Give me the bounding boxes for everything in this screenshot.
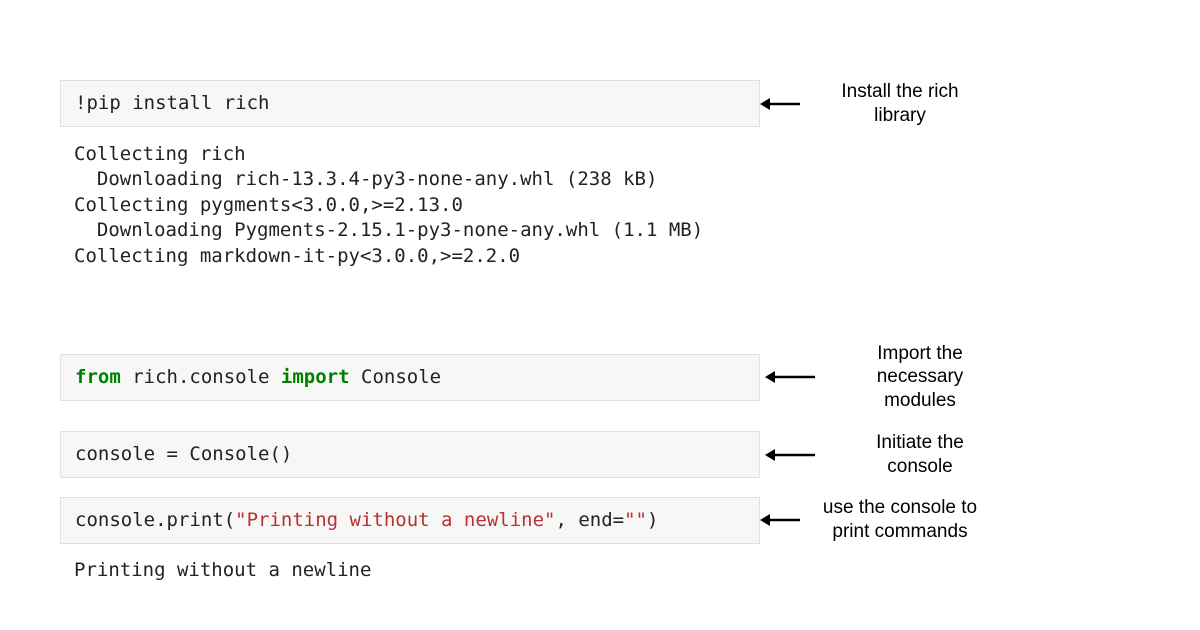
code-cell-init: console = Console() [60,431,760,478]
arrow-left-icon [765,445,815,465]
annotation-import: Import the necessary modules [820,342,1020,413]
string-literal-2: "" [624,509,647,531]
output-install: Collecting rich Downloading rich-13.3.4-… [60,136,1140,270]
code-cell-import: from rich.console import Console [60,354,760,401]
annotation-print: use the console to print commands [800,496,1000,544]
arrow-import [760,367,820,387]
annotation-init: Initiate the console [820,431,1020,479]
arrow-install [760,94,800,114]
module-path: rich.console [121,366,281,388]
arrow-left-icon [760,510,800,530]
row-print: console.print("Printing without a newlin… [60,496,1140,544]
keyword-from: from [75,366,121,388]
code-cell-install: !pip install rich [60,80,760,127]
row-import: from rich.console import Console Import … [60,342,1140,413]
arrow-left-icon [765,367,815,387]
print-mid: , end= [555,509,624,531]
import-name: Console [350,366,442,388]
arrow-print [760,510,800,530]
output-print: Printing without a newline [60,552,1140,584]
row-init: console = Console() Initiate the console [60,431,1140,479]
row-install: !pip install rich Install the rich libra… [60,80,1140,128]
string-literal-1: "Printing without a newline" [235,509,555,531]
arrow-left-icon [760,94,800,114]
arrow-init [760,445,820,465]
print-suffix: ) [647,509,658,531]
code-cell-print: console.print("Printing without a newlin… [60,497,760,544]
annotation-install: Install the rich library [800,80,1000,128]
keyword-import: import [281,366,350,388]
tutorial-diagram: !pip install rich Install the rich libra… [0,0,1200,584]
print-prefix: console.print( [75,509,235,531]
